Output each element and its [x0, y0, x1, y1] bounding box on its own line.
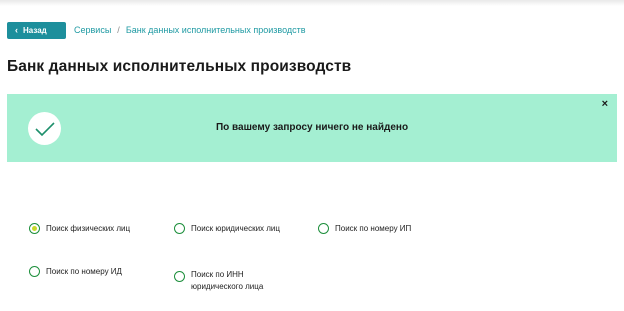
radio-circle[interactable] [29, 266, 40, 277]
radio-search-legal-entities[interactable]: Поиск юридических лиц [174, 223, 280, 234]
no-results-alert: По вашему запросу ничего не найдено × [7, 94, 617, 162]
radio-label: Поиск по номеру ИД [46, 267, 122, 276]
radio-circle[interactable] [174, 223, 185, 234]
radio-search-inn[interactable]: Поиск по ИНН юридического лица [174, 269, 263, 293]
radio-circle-selected[interactable] [29, 223, 40, 234]
radio-label: Поиск по номеру ИП [335, 224, 412, 233]
chevron-left-icon: ‹ [15, 25, 18, 35]
radio-circle[interactable] [318, 223, 329, 234]
alert-message: По вашему запросу ничего не найдено [215, 122, 409, 133]
close-icon[interactable]: × [602, 99, 608, 110]
page-title: Банк данных исполнительных производств [7, 58, 352, 75]
back-button[interactable]: ‹ Назад [7, 22, 66, 39]
breadcrumb-services[interactable]: Сервисы [74, 25, 111, 35]
radio-search-ip-number[interactable]: Поиск по номеру ИП [318, 223, 411, 234]
breadcrumb-current[interactable]: Банк данных исполнительных производств [126, 25, 306, 35]
radio-search-individuals[interactable]: Поиск физических лиц [29, 223, 130, 234]
radio-label: Поиск по ИНН юридического лица [191, 269, 263, 293]
top-shadow [0, 0, 624, 6]
breadcrumb-separator: / [117, 25, 120, 35]
radio-label: Поиск физических лиц [46, 224, 131, 233]
radio-label-line2: юридического лица [191, 282, 264, 291]
back-button-label: Назад [23, 26, 47, 35]
radio-label-line1: Поиск по ИНН [191, 270, 244, 279]
breadcrumb: Сервисы / Банк данных исполнительных про… [74, 25, 306, 35]
radio-circle[interactable] [174, 271, 185, 282]
radio-search-id-number[interactable]: Поиск по номеру ИД [29, 266, 122, 277]
radio-label: Поиск юридических лиц [191, 224, 280, 233]
